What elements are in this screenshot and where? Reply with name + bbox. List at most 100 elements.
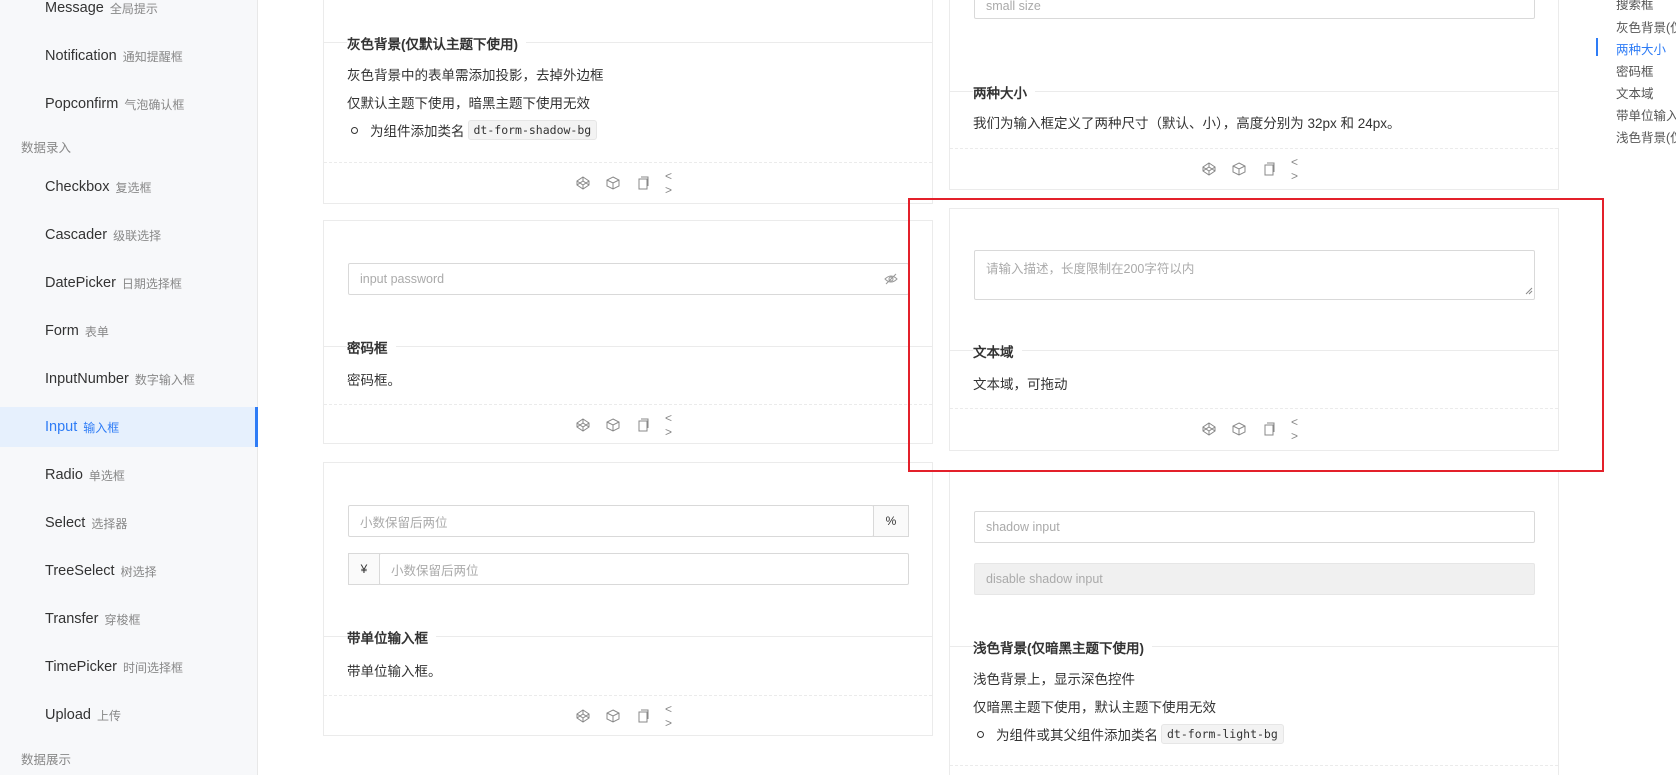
table-of-contents: 搜索框 灰色背景(仅 两种大小 密码框 文本域 带单位输入 浅色背景(仅 bbox=[1596, 0, 1676, 150]
section-title: 文本域 bbox=[973, 341, 1022, 361]
demo-actions: < > bbox=[324, 404, 932, 444]
sidebar-item-datepicker[interactable]: DatePicker 日期选择框 bbox=[0, 263, 258, 303]
codepen-icon[interactable] bbox=[1201, 161, 1217, 177]
sidebar-group-data-entry: 数据录入 bbox=[21, 141, 72, 155]
sidebar-item-label: TreeSelect bbox=[45, 563, 115, 579]
codepen-icon[interactable] bbox=[1201, 421, 1217, 437]
demo-card-gray-bg: 灰色背景(仅默认主题下使用) 灰色背景中的表单需添加投影，去掉外边框 仅默认主题… bbox=[323, 0, 933, 204]
sidebar-item-transfer[interactable]: Transfer 穿梭框 bbox=[0, 599, 258, 639]
toc-item[interactable]: 带单位输入 bbox=[1616, 105, 1676, 124]
section-desc: 带单位输入框。 bbox=[347, 664, 442, 679]
description-textarea[interactable]: 请输入描述，长度限制在200字符以内 bbox=[974, 250, 1535, 300]
section-divider: 灰色背景(仅默认主题下使用) bbox=[324, 33, 932, 53]
copy-icon[interactable] bbox=[635, 175, 651, 191]
sidebar-item-label: Select bbox=[45, 515, 86, 531]
sidebar-item-form[interactable]: Form 表单 bbox=[0, 311, 258, 351]
password-input[interactable]: input password bbox=[348, 263, 909, 295]
sidebar-nav: Message 全局提示 Notification 通知提醒框 Popconfirm… bbox=[0, 0, 258, 775]
section-divider: 两种大小 bbox=[950, 82, 1558, 102]
code-icon[interactable]: < > bbox=[1291, 415, 1307, 443]
input-placeholder: disable shadow input bbox=[986, 572, 1103, 586]
codesandbox-icon[interactable] bbox=[605, 417, 621, 433]
bullet-text: 为组件或其父组件添加类名 bbox=[996, 728, 1158, 743]
shadow-input[interactable]: shadow input bbox=[974, 511, 1535, 543]
section-divider: 密码框 bbox=[324, 337, 932, 357]
sidebar-item-sublabel: 穿梭框 bbox=[104, 612, 141, 627]
sidebar-item-label: Checkbox bbox=[45, 179, 110, 195]
sidebar-item-sublabel: 时间选择框 bbox=[122, 660, 183, 675]
input-placeholder: small size bbox=[986, 0, 1041, 13]
decimal-input-suffix[interactable]: 小数保留后两位 bbox=[348, 505, 874, 537]
sidebar-item-label: InputNumber bbox=[45, 371, 129, 387]
copy-icon[interactable] bbox=[635, 417, 651, 433]
codesandbox-icon[interactable] bbox=[1231, 161, 1247, 177]
sidebar-item-notification[interactable]: Notification 通知提醒框 bbox=[0, 36, 258, 76]
sidebar-item-sublabel: 表单 bbox=[84, 324, 109, 339]
code-icon[interactable]: < > bbox=[665, 169, 681, 197]
toc-item[interactable]: 浅色背景(仅 bbox=[1616, 127, 1676, 146]
section-desc: 我们为输入框定义了两种尺寸（默认、小），高度分别为 32px 和 24px。 bbox=[973, 116, 1401, 131]
bullet-dot bbox=[351, 126, 358, 134]
sidebar-item-message[interactable]: Message 全局提示 bbox=[0, 0, 258, 28]
input-placeholder: shadow input bbox=[986, 520, 1060, 534]
section-desc: 浅色背景上，显示深色控件 bbox=[973, 672, 1135, 687]
sidebar-item-upload[interactable]: Upload 上传 bbox=[0, 695, 258, 735]
decimal-input-prefix[interactable]: 小数保留后两位 bbox=[379, 553, 909, 585]
sidebar-item-label: Input bbox=[45, 419, 78, 435]
sidebar-item-treeselect[interactable]: TreeSelect 树选择 bbox=[0, 551, 258, 591]
section-title: 密码框 bbox=[347, 337, 396, 357]
code-icon[interactable]: < > bbox=[665, 411, 681, 439]
sidebar-item-timepicker[interactable]: TimePicker 时间选择框 bbox=[0, 647, 258, 687]
section-title: 灰色背景(仅默认主题下使用) bbox=[347, 33, 526, 53]
section-title: 浅色背景(仅暗黑主题下使用) bbox=[973, 637, 1152, 657]
sidebar-item-label: Notification bbox=[45, 48, 117, 64]
sidebar-item-cascader[interactable]: Cascader 级联选择 bbox=[0, 215, 258, 255]
resize-handle-icon[interactable] bbox=[1524, 284, 1533, 298]
demo-card-light-bg: shadow input disable shadow input 浅色背景(仅… bbox=[949, 470, 1559, 775]
sidebar-group-data-display: 数据展示 bbox=[21, 753, 72, 767]
demo-card-textarea: 请输入描述，长度限制在200字符以内 文本域 文本域，可拖动 < > bbox=[949, 208, 1559, 451]
toc-item[interactable]: 文本域 bbox=[1616, 83, 1654, 102]
sidebar-item-select[interactable]: Select 选择器 bbox=[0, 503, 258, 543]
code-icon[interactable]: < > bbox=[1291, 155, 1307, 183]
demo-actions: < > bbox=[950, 408, 1558, 448]
sidebar-item-checkbox[interactable]: Checkbox 复选框 bbox=[0, 167, 258, 207]
sidebar-item-radio[interactable]: Radio 单选框 bbox=[0, 455, 258, 495]
section-desc: 仅暗黑主题下使用，默认主题下使用无效 bbox=[973, 700, 1216, 715]
sidebar-item-inputnumber[interactable]: InputNumber 数字输入框 bbox=[0, 359, 258, 399]
code-icon[interactable]: < > bbox=[665, 702, 681, 730]
toc-item[interactable]: 密码框 bbox=[1616, 61, 1654, 80]
section-divider: 带单位输入框 bbox=[324, 627, 932, 647]
sidebar-item-sublabel: 级联选择 bbox=[113, 228, 162, 243]
toc-item[interactable]: 灰色背景(仅 bbox=[1616, 17, 1676, 36]
percent-suffix: % bbox=[873, 505, 909, 537]
section-desc: 灰色背景中的表单需添加投影，去掉外边框 bbox=[347, 68, 604, 83]
demo-card-unit-input: 小数保留后两位 % ¥ 小数保留后两位 带单位输入框 带单位输入框。 < > bbox=[323, 462, 933, 736]
small-size-input[interactable]: small size bbox=[974, 0, 1535, 19]
copy-icon[interactable] bbox=[1261, 161, 1277, 177]
codesandbox-icon[interactable] bbox=[605, 708, 621, 724]
codesandbox-icon[interactable] bbox=[605, 175, 621, 191]
codesandbox-icon[interactable] bbox=[1231, 421, 1247, 437]
copy-icon[interactable] bbox=[635, 708, 651, 724]
copy-icon[interactable] bbox=[1261, 421, 1277, 437]
codepen-icon[interactable] bbox=[575, 175, 591, 191]
sidebar-item-sublabel: 选择器 bbox=[91, 516, 128, 531]
sidebar-item-sublabel: 输入框 bbox=[83, 420, 120, 435]
sidebar-item-label: Form bbox=[45, 323, 79, 339]
section-desc: 仅默认主题下使用，暗黑主题下使用无效 bbox=[347, 96, 590, 111]
sidebar-item-popconfirm[interactable]: Popconfirm 气泡确认框 bbox=[0, 84, 258, 124]
section-title: 两种大小 bbox=[973, 82, 1035, 102]
codepen-icon[interactable] bbox=[575, 417, 591, 433]
sidebar-item-label: Cascader bbox=[45, 227, 108, 243]
section-desc: 文本域，可拖动 bbox=[973, 377, 1068, 392]
demo-actions: < > bbox=[324, 695, 932, 735]
toc-item-active[interactable]: 两种大小 bbox=[1616, 39, 1666, 58]
sidebar-item-label: Transfer bbox=[45, 611, 99, 627]
sidebar-item-sublabel: 全局提示 bbox=[109, 1, 158, 16]
input-placeholder: 小数保留后两位 bbox=[360, 515, 448, 530]
sidebar-item-input[interactable]: Input 输入框 bbox=[0, 407, 258, 447]
codepen-icon[interactable] bbox=[575, 708, 591, 724]
toc-item[interactable]: 搜索框 bbox=[1616, 0, 1654, 13]
eye-invisible-icon[interactable] bbox=[884, 272, 898, 289]
